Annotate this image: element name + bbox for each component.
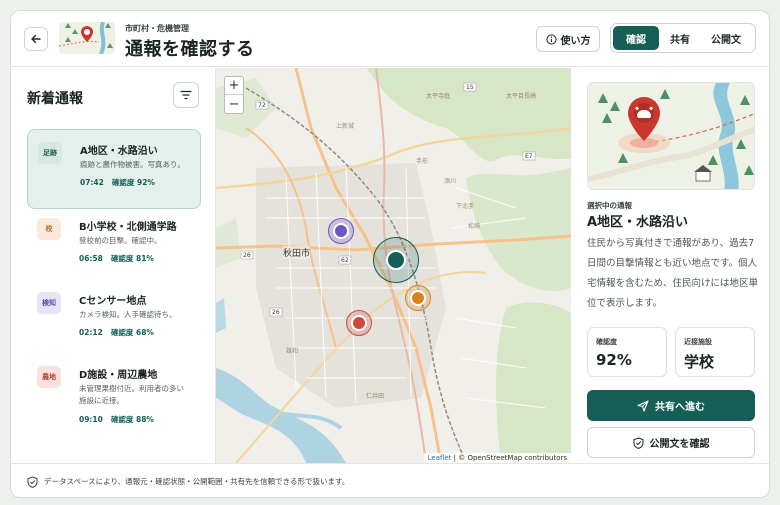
- report-confidence: 確認度 81%: [110, 254, 154, 263]
- map-city-label: 秋田市: [283, 246, 311, 259]
- zoom-out-button[interactable]: −: [225, 95, 243, 113]
- shield-check-icon: [27, 475, 38, 488]
- map-marker-a-selected[interactable]: [373, 237, 419, 283]
- report-confidence: 確認度 88%: [110, 415, 154, 424]
- footer: データスペースにより、通報元・確認状態・公開範囲・共有先を信頼できる形で扱います…: [11, 463, 769, 497]
- filter-icon: [180, 90, 192, 100]
- report-meta: 09:10 確認度 88%: [79, 414, 154, 425]
- tab-share[interactable]: 共有: [661, 26, 699, 50]
- header: 市町村・危機管理 通報を確認する 使い方 確認 共有 公開文: [11, 11, 769, 67]
- arrow-left-icon: [31, 34, 41, 44]
- check-public-text-label: 公開文を確認: [649, 439, 710, 450]
- map-marker-d[interactable]: [346, 310, 372, 336]
- svg-text:添川: 添川: [444, 177, 456, 185]
- svg-text:72: 72: [258, 102, 266, 109]
- map-attribution: Leaflet | © OpenStreetMap contributors: [423, 453, 571, 463]
- svg-text:26: 26: [243, 252, 251, 259]
- report-meta: 02:12 確認度 68%: [79, 327, 154, 338]
- report-list-title: 新着通報: [27, 91, 83, 107]
- report-time: 02:12: [79, 328, 103, 337]
- report-confidence: 確認度 68%: [110, 328, 154, 337]
- report-meta: 07:42 確認度 92%: [80, 177, 155, 188]
- report-list-item[interactable]: 検知 Cセンサー地点カメラ検知。人手確認待ち。 02:12 確認度 68%: [27, 280, 201, 360]
- detail-panel: 選択中の通報 A地区・水路沿い 住民から写真付きで通報があり、過去7日間の目撃情…: [571, 68, 769, 463]
- report-list-panel: 新着通報 足跡 A地区・水路沿い痕跡と農作物被害。写真あり。 07:42 確認度 92…: [11, 68, 216, 463]
- svg-text:雄和: 雄和: [286, 347, 298, 355]
- help-label: 使い方: [560, 35, 591, 47]
- svg-text:太平目長崎: 太平目長崎: [506, 92, 536, 100]
- stat-confidence: 確認度 92%: [587, 327, 667, 377]
- report-description: カメラ検知。人手確認待ち。: [79, 310, 177, 319]
- svg-text:上新城: 上新城: [336, 122, 354, 130]
- send-icon: [637, 399, 649, 412]
- header-map-thumbnail: [59, 22, 115, 54]
- tab-confirm[interactable]: 確認: [613, 26, 659, 50]
- svg-text:26: 26: [272, 309, 280, 316]
- selected-report-description: 住民から写真付きで通報があり、過去7日間の目撃情報とも近い地点です。個人宅情報を…: [587, 238, 759, 309]
- stat-confidence-label: 確認度: [596, 338, 617, 346]
- report-time: 07:42: [80, 178, 104, 187]
- stat-facility-value: 学校: [684, 353, 715, 371]
- app-window: 市町村・危機管理 通報を確認する 使い方 確認 共有 公開文 新着通報 足跡 A地…: [10, 10, 770, 498]
- proceed-to-share-button[interactable]: 共有へ進む: [587, 390, 755, 421]
- report-title: D施設・周辺農地: [79, 370, 158, 381]
- footer-text: データスペースにより、通報元・確認状態・公開範囲・共有先を信頼できる形で扱います…: [44, 477, 350, 486]
- report-list-item[interactable]: 校 B小学校・北側通学路 登校前の目撃。確認中。 06:58 確認度 81%: [27, 206, 201, 286]
- report-time: 09:10: [79, 415, 103, 424]
- leaflet-link[interactable]: Leaflet: [428, 454, 452, 462]
- info-icon: [545, 33, 557, 45]
- stat-confidence-value: 92%: [596, 351, 632, 369]
- report-illustration: [587, 82, 755, 190]
- svg-text:62: 62: [341, 257, 349, 264]
- svg-text:E7: E7: [525, 153, 533, 160]
- report-list-item[interactable]: 農地 D施設・周辺農地未管理果樹付近。利用者の多い施設に近接。 09:10 確認度 8…: [27, 354, 201, 434]
- svg-text:15: 15: [466, 84, 474, 91]
- back-button[interactable]: [24, 27, 48, 51]
- tab-public-text[interactable]: 公開文: [701, 26, 751, 50]
- report-badge: 校: [37, 218, 61, 240]
- report-list-item[interactable]: 足跡 A地区・水路沿い痕跡と農作物被害。写真あり。 07:42 確認度 92%: [27, 129, 201, 209]
- proceed-to-share-label: 共有へ進む: [655, 402, 705, 413]
- map-marker-b[interactable]: [405, 285, 431, 311]
- report-badge: 検知: [37, 292, 61, 314]
- selected-report-title: A地区・水路沿い: [587, 215, 689, 230]
- map-view[interactable]: 72 E7 26 62 26 15 太平寺庭 太平目長崎手形 添川下北手松崎 上新…: [216, 68, 571, 463]
- tab-bar: 確認 共有 公開文: [610, 23, 756, 53]
- svg-text:仁井田: 仁井田: [366, 392, 384, 400]
- help-button[interactable]: 使い方: [536, 26, 600, 52]
- selected-report-label: 選択中の通報: [587, 201, 632, 210]
- check-public-text-button[interactable]: 公開文を確認: [587, 427, 755, 458]
- map-marker-c[interactable]: [328, 218, 354, 244]
- report-description: 未管理果樹付近。利用者の多い施設に近接。: [79, 384, 184, 405]
- svg-text:下北手: 下北手: [456, 202, 474, 210]
- report-title: A地区・水路沿い: [80, 146, 158, 157]
- svg-text:手形: 手形: [416, 157, 428, 165]
- osm-attribution[interactable]: | © OpenStreetMap contributors: [454, 454, 567, 462]
- filter-button[interactable]: [173, 82, 199, 108]
- svg-text:松崎: 松崎: [468, 222, 480, 230]
- report-meta: 06:58 確認度 81%: [79, 253, 154, 264]
- stat-facility-label: 近接施設: [684, 338, 712, 346]
- shield-check-icon: [633, 436, 643, 449]
- report-description: 痕跡と農作物被害。写真あり。: [80, 160, 185, 169]
- svg-text:太平寺庭: 太平寺庭: [426, 92, 450, 100]
- zoom-control: + −: [224, 76, 244, 114]
- header-eyebrow: 市町村・危機管理: [125, 24, 189, 33]
- report-time: 06:58: [79, 254, 103, 263]
- report-description: 登校前の目撃。確認中。: [79, 236, 162, 245]
- report-title: Cセンサー地点: [79, 296, 147, 307]
- report-badge: 農地: [37, 366, 61, 388]
- page-title: 通報を確認する: [125, 39, 255, 60]
- zoom-in-button[interactable]: +: [225, 77, 243, 95]
- report-confidence: 確認度 92%: [111, 178, 155, 187]
- report-badge: 足跡: [38, 142, 62, 164]
- report-title: B小学校・北側通学路: [79, 222, 177, 233]
- stat-nearby-facility: 近接施設 学校: [675, 327, 755, 377]
